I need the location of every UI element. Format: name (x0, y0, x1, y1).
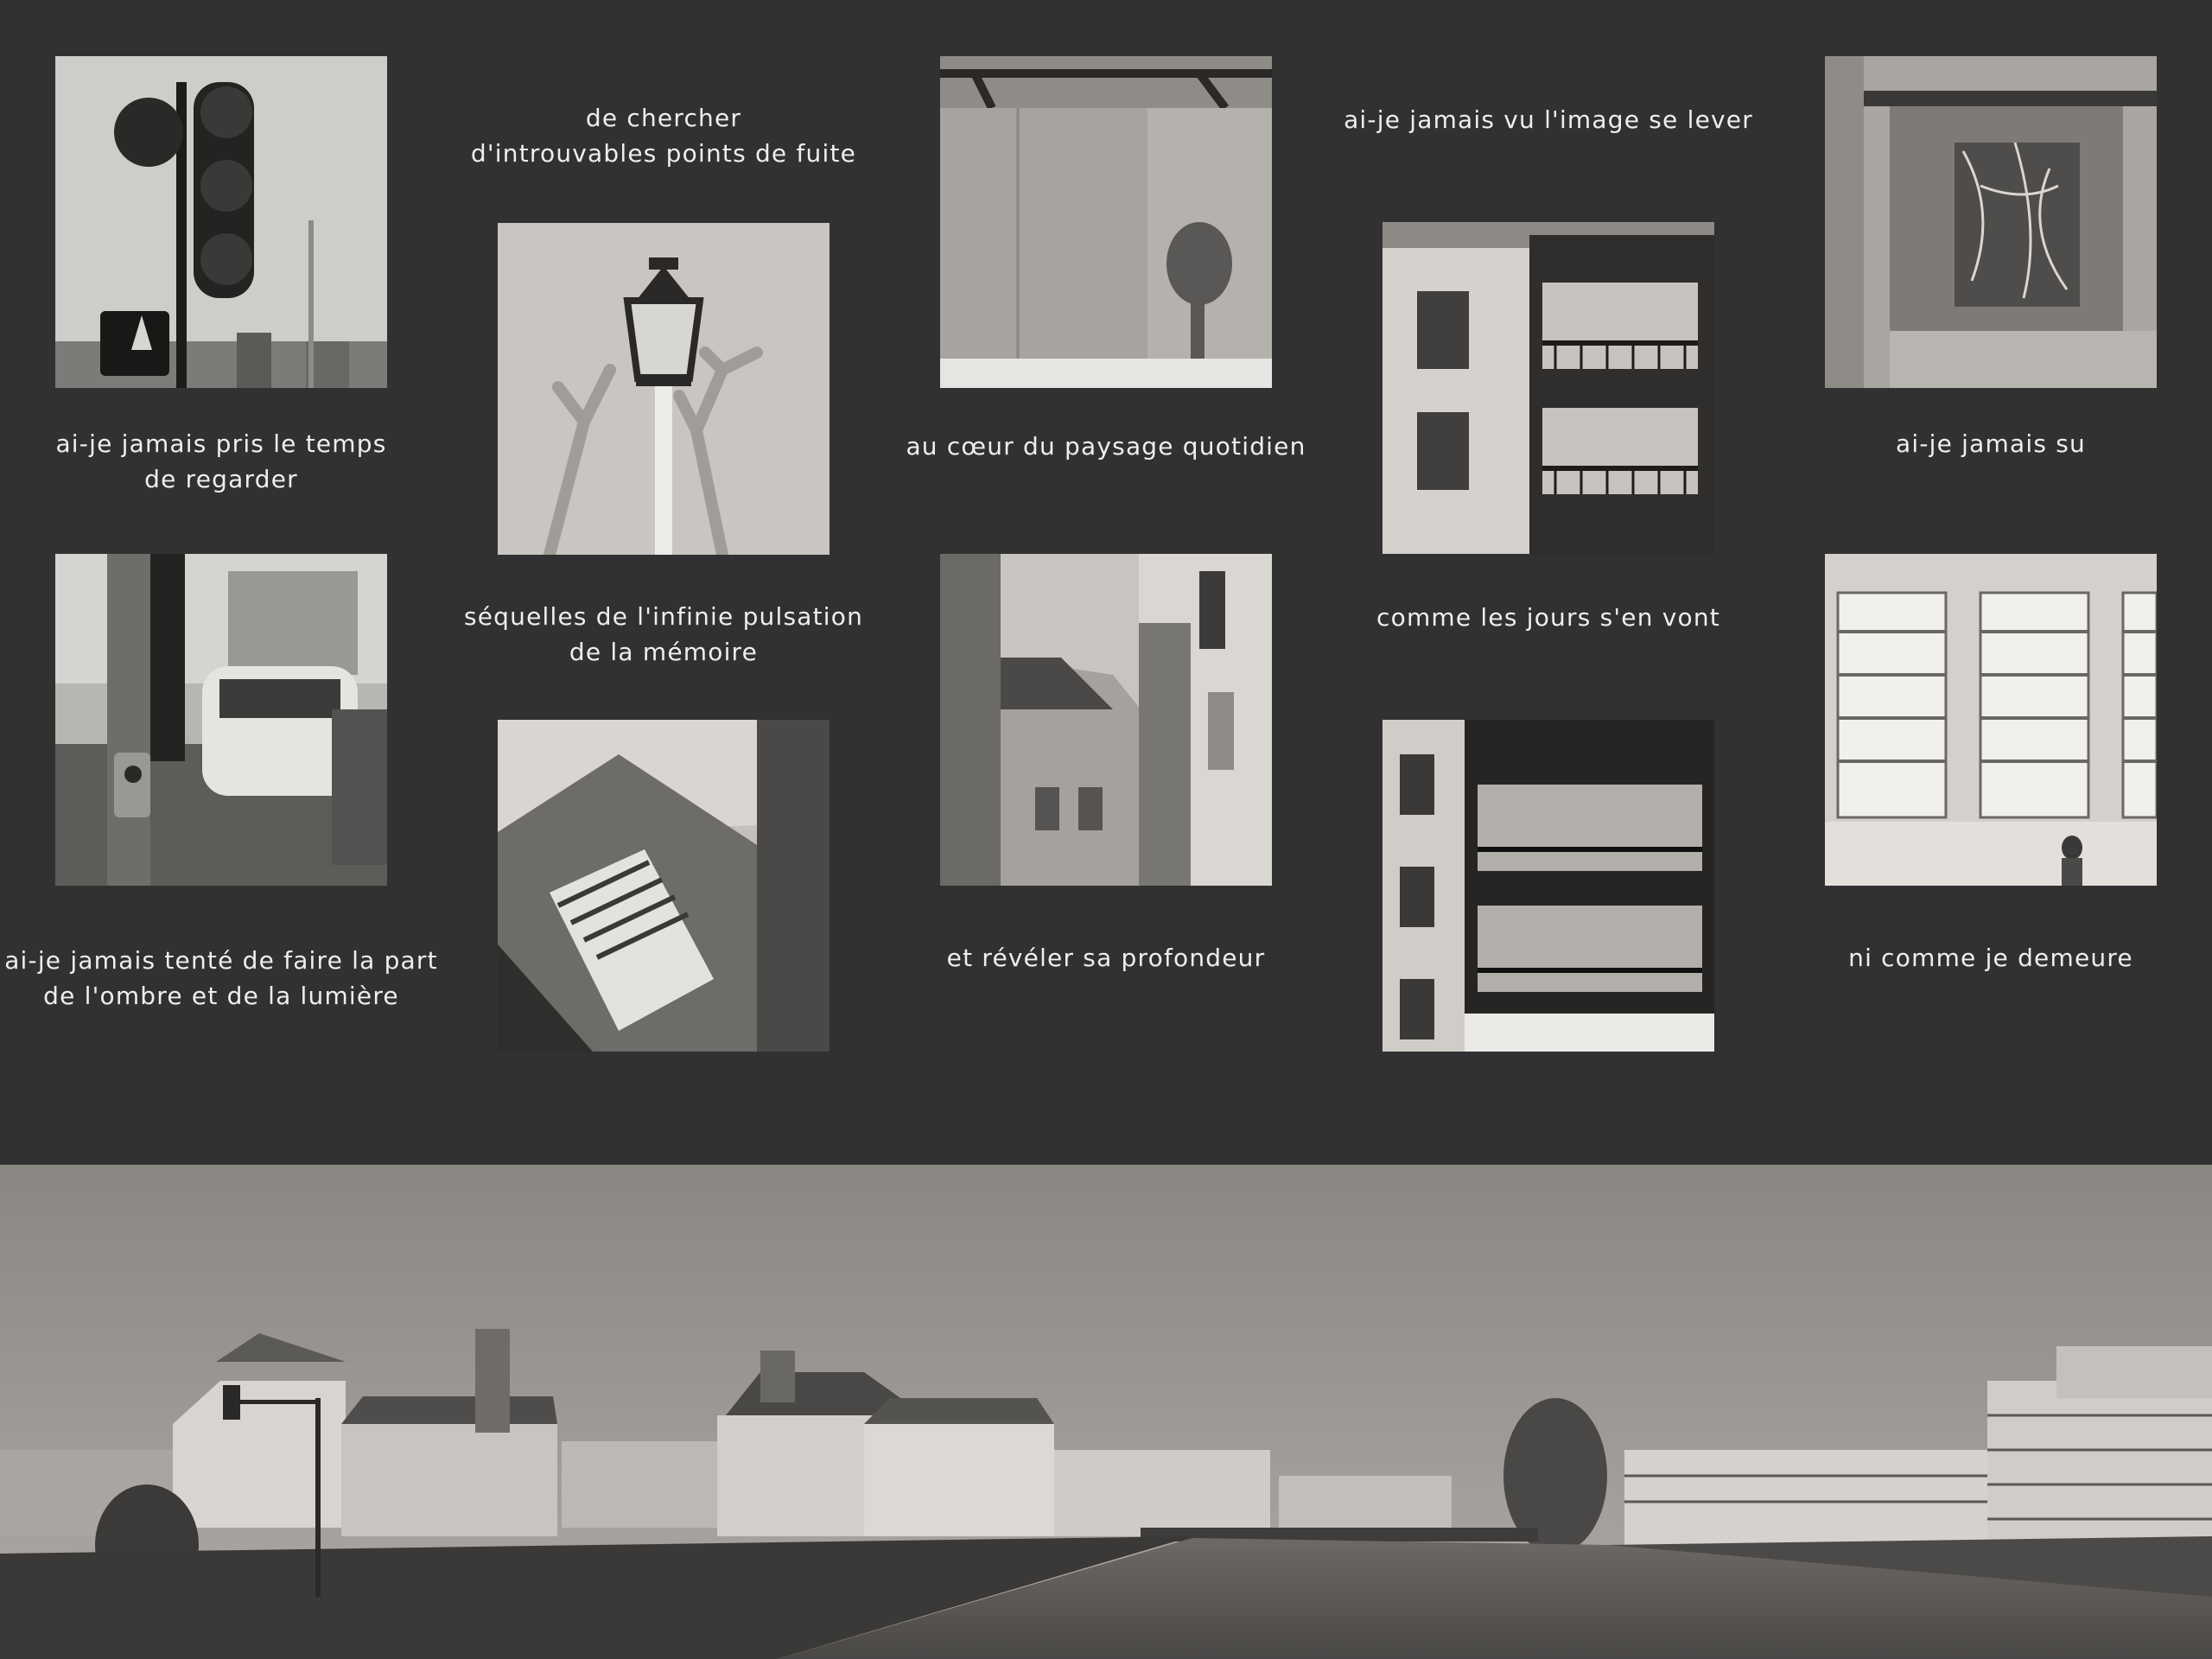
caption-7-line-2: de la mémoire (569, 638, 759, 666)
photo-apartment-balconies (1382, 222, 1714, 554)
caption-3: au cœur du paysage quotidien (885, 429, 1327, 464)
caption-6: ai-je jamais tenté de faire la part de l… (0, 943, 442, 1014)
caption-3-line-1: au cœur du paysage quotidien (906, 432, 1306, 461)
caption-8-line-1: et révéler sa profondeur (946, 944, 1266, 972)
caption-5-line-1: ai-je jamais su (1896, 429, 2086, 458)
caption-10-line-1: ni comme je demeure (1848, 944, 2133, 972)
caption-2-line-1: de chercher (585, 104, 742, 132)
caption-10: ni comme je demeure (1770, 940, 2212, 976)
caption-9-line-1: comme les jours s'en vont (1376, 603, 1720, 632)
photo-stairs-shadow (498, 720, 830, 1052)
caption-1: ai-je jamais pris le temps de regarder (43, 426, 399, 497)
caption-9: comme les jours s'en vont (1327, 600, 1770, 635)
caption-1-line-2: de regarder (144, 465, 298, 493)
caption-7: séquelles de l'infinie pulsation de la m… (442, 599, 885, 670)
photo-street-lamp (498, 223, 830, 555)
caption-6-line-1: ai-je jamais tenté de faire la part (4, 946, 438, 975)
caption-4: ai-je jamais vu l'image se lever (1327, 102, 1770, 137)
photo-courtyard (940, 554, 1272, 886)
photo-balcony-tower (1382, 720, 1714, 1052)
photo-barred-windows (1825, 554, 2157, 886)
photo-river-panorama (0, 1165, 2212, 1659)
photo-weathered-wall (1825, 56, 2157, 388)
photo-wall-shadow (940, 56, 1272, 388)
caption-6-line-2: de l'ombre et de la lumière (43, 982, 399, 1010)
caption-2: de chercher d'introuvables points de fui… (442, 100, 885, 171)
photo-street-car (55, 554, 387, 886)
caption-7-line-1: séquelles de l'infinie pulsation (463, 602, 864, 631)
caption-2-line-2: d'introuvables points de fuite (470, 139, 857, 168)
photo-traffic-light (55, 56, 387, 388)
caption-1-line-1: ai-je jamais pris le temps (55, 429, 387, 458)
caption-5: ai-je jamais su (1770, 426, 2212, 461)
caption-4-line-1: ai-je jamais vu l'image se lever (1344, 105, 1753, 134)
caption-8: et révéler sa profondeur (885, 940, 1327, 976)
